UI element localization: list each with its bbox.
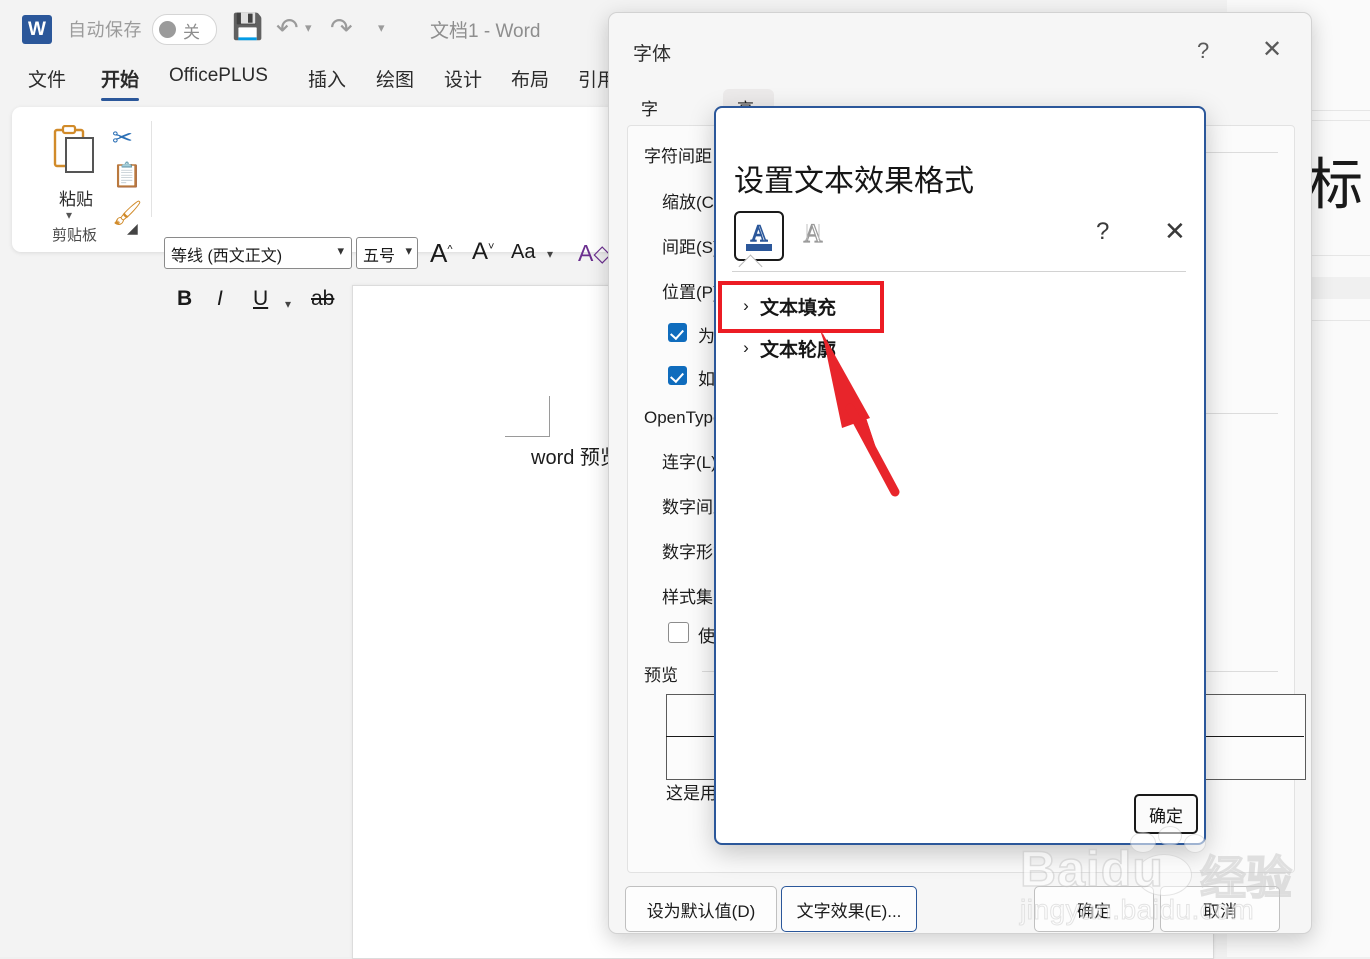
text-effects-button[interactable]: 文字效果(E)... [781, 886, 917, 932]
bold-icon[interactable]: B [177, 287, 192, 311]
contextual-alternates-checkbox[interactable] [668, 622, 689, 643]
font-name-combobox[interactable]: 等线 (西文正文) ▾ [164, 237, 352, 269]
font-size-combobox[interactable]: 五号 ▾ [356, 237, 418, 269]
autosave-label: 自动保存 [68, 20, 142, 40]
chevron-right-icon: › [743, 338, 749, 357]
underline-caret-icon[interactable]: ▾ [285, 297, 291, 311]
text-outline-label: 文本轮廓 [760, 339, 837, 361]
text-effects-tab[interactable]: A [790, 211, 836, 257]
copy-icon[interactable]: 📋 [112, 161, 142, 190]
clipboard-group-label: 剪贴板 [52, 227, 98, 244]
svg-text:A: A [751, 221, 768, 246]
kerning-checkbox[interactable] [668, 323, 687, 342]
font-name-chevron-down-icon[interactable]: ▾ [337, 243, 344, 259]
paste-icon[interactable] [52, 125, 98, 177]
text-effects-3d-icon: A [803, 218, 823, 248]
clipboard-dialog-launcher-icon[interactable]: ◢ [127, 220, 138, 237]
font-size-chevron-down-icon[interactable]: ▾ [405, 243, 412, 259]
change-case-icon[interactable]: Aa [511, 241, 535, 264]
row-text-outline[interactable]: › 文本轮廓 [732, 328, 836, 368]
strikethrough-icon[interactable]: ab [311, 287, 334, 311]
row-text-fill[interactable]: › 文本填充 [732, 286, 836, 326]
customize-toolbar-caret-icon[interactable]: ▾ [378, 20, 385, 36]
font-name-value: 等线 (西文正文) [171, 248, 283, 265]
autosave-toggle[interactable]: 关 [152, 14, 217, 45]
preview-heading: 预览 [644, 666, 678, 685]
effects-close-icon[interactable]: ✕ [1164, 216, 1186, 247]
paste-caret-icon[interactable]: ▾ [66, 208, 72, 222]
paste-button-label[interactable]: 粘贴 [52, 185, 100, 210]
underline-icon[interactable]: U [253, 287, 268, 311]
document-title: 文档1 - Word [430, 21, 541, 42]
character-spacing-heading: 字符间距 [644, 147, 712, 166]
tab-insert[interactable]: 插入 [302, 62, 352, 95]
help-icon[interactable]: ? [1197, 38, 1209, 64]
effects-ok-button[interactable]: 确定 [1134, 794, 1198, 834]
tab-layout[interactable]: 布局 [505, 62, 555, 95]
undo-icon[interactable]: ↶ [276, 13, 299, 44]
shrink-font-icon[interactable]: A˅ [472, 238, 494, 266]
svg-text:A: A [804, 219, 823, 248]
text-fill-label: 文本填充 [760, 297, 837, 319]
tab-file[interactable]: 文件 [22, 62, 72, 95]
redo-icon[interactable]: ↷ [330, 13, 353, 44]
font-dialog-cancel-button[interactable]: 取消 [1160, 886, 1280, 932]
effects-dialog-title: 设置文本效果格式 [734, 165, 974, 198]
chevron-right-icon: › [743, 296, 749, 315]
font-dialog-ok-button[interactable]: 确定 [1034, 886, 1154, 932]
undo-caret-icon[interactable]: ▾ [305, 20, 312, 36]
snap-to-grid-checkbox[interactable] [668, 366, 687, 385]
text-fill-outline-icon: A [746, 220, 772, 251]
close-icon[interactable]: ✕ [1262, 35, 1282, 64]
clear-formatting-icon[interactable]: A◇ [578, 240, 611, 267]
word-logo-icon: W [22, 15, 52, 44]
set-default-button[interactable]: 设为默认值(D) [625, 886, 777, 932]
italic-icon[interactable]: I [217, 287, 223, 311]
autosave-state-label: 关 [183, 23, 200, 42]
change-case-caret-icon[interactable]: ▾ [547, 247, 553, 261]
font-dialog-title: 字体 [633, 44, 672, 65]
tab-home[interactable]: 开始 [95, 62, 145, 101]
cut-icon[interactable]: ✂ [112, 123, 133, 153]
text-fill-outline-tab[interactable]: A [734, 211, 784, 261]
tab-design[interactable]: 设计 [438, 62, 488, 95]
format-text-effects-dialog[interactable]: ? ✕ 设置文本效果格式 A A › 文本填充 › 文本轮廓 确定 [714, 106, 1206, 845]
tab-draw[interactable]: 绘图 [370, 62, 420, 95]
autosave-toggle-knob [159, 21, 176, 38]
tab-officeplus[interactable]: OfficePLUS [163, 62, 274, 90]
ligatures-label: 连字(L): [662, 453, 722, 472]
save-icon[interactable]: 💾 [232, 13, 263, 42]
effects-help-icon[interactable]: ? [1096, 218, 1109, 246]
text-boundary-corner-marker [505, 396, 550, 437]
font-size-value: 五号 [363, 248, 396, 265]
grow-font-icon[interactable]: A^ [430, 238, 453, 269]
section-divider [732, 271, 1186, 272]
style-gallery-sample[interactable]: 标 [1307, 140, 1363, 221]
